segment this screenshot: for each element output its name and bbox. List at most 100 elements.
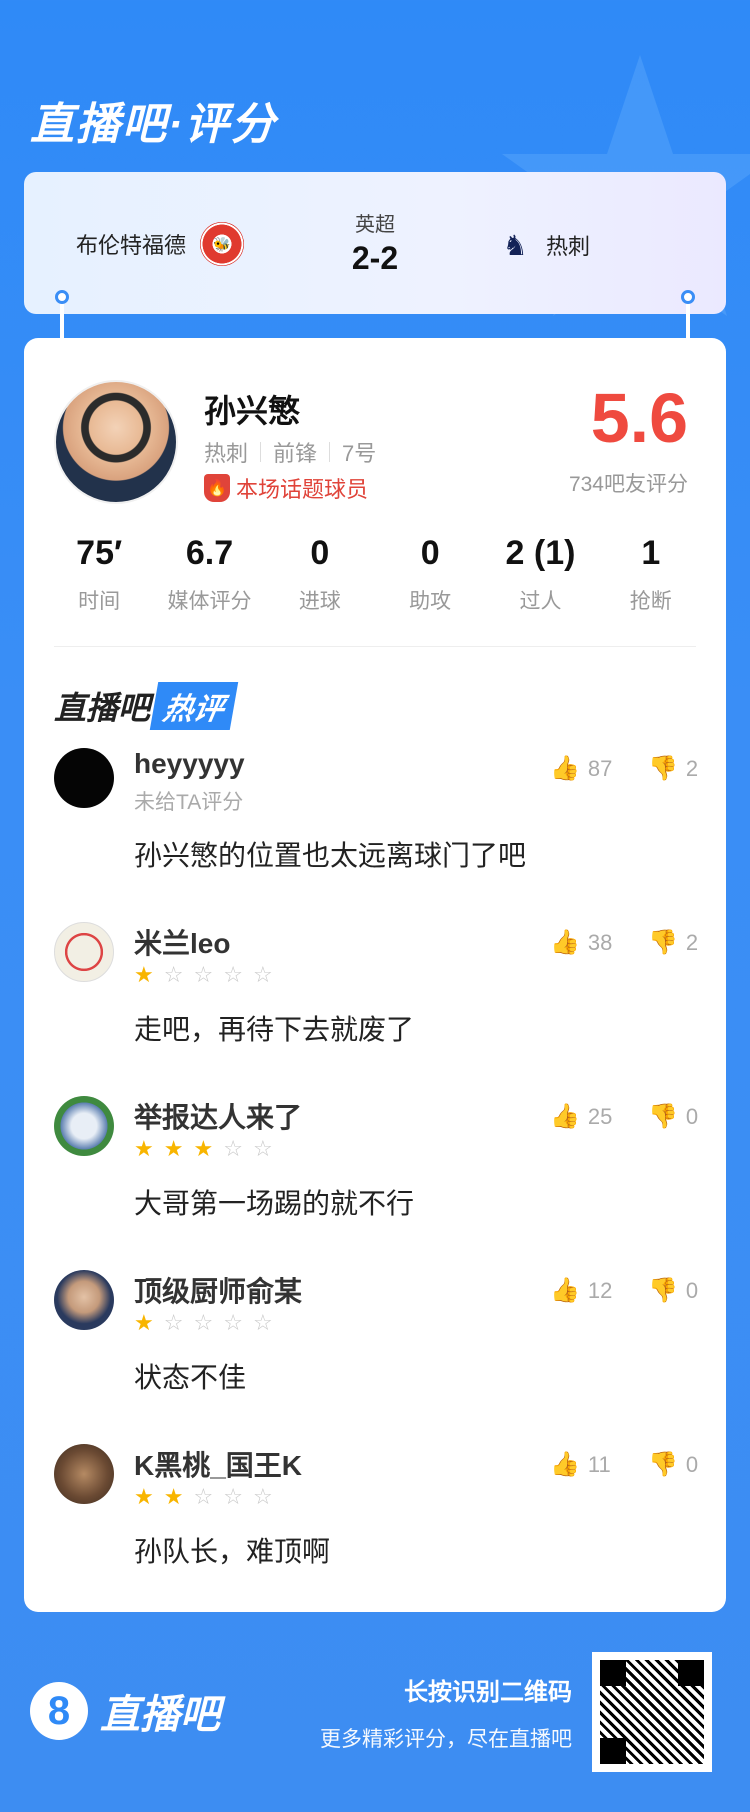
avatar[interactable] [54,1270,114,1330]
stat-value: 0 [310,534,330,572]
star-empty-icon: ☆ [223,1136,243,1161]
comment-star-rating: ★ ☆ ☆ ☆ ☆ [134,1310,273,1336]
star-filled-icon: ★ [134,1310,154,1335]
player-name: 孙兴慜 [204,393,301,429]
comment-text: 孙兴慜的位置也太远离球门了吧 [134,840,527,871]
stat-item: 6.7 媒体评分 [154,534,264,615]
match-card: 布伦特福德 🐝 英超 2-2 ♞ 热刺 [24,172,726,314]
comment-username[interactable]: 顶级厨师俞某 [134,1270,302,1310]
avatar[interactable] [54,1096,114,1156]
player-rating-card: 孙兴慜 热刺 前锋 7号 🔥 本场话题球员 5.6 734吧友评分 75′ 时间… [24,338,726,1612]
stat-item: 2 (1) 过人 [485,534,595,615]
thumbs-down-icon: 👎 [648,1451,678,1478]
dislike-button[interactable]: 👎 0 [648,1450,698,1479]
thumbs-down-icon: 👎 [648,1277,678,1304]
hot-comments-heading: 直播吧 热评 [54,682,239,730]
meta-divider [260,442,262,462]
thumbs-down-icon: 👎 [648,755,678,782]
dislike-button[interactable]: 👎 0 [648,1102,698,1131]
player-team: 热刺 [204,441,249,466]
comment-username[interactable]: 举报达人来了 [134,1096,302,1136]
thumbs-up-icon: 👍 [550,929,580,956]
star-empty-icon: ☆ [252,1484,273,1509]
star-filled-icon: ★ [193,1136,214,1161]
footer-logo-text: 直播吧 [100,1693,220,1737]
stat-value: 6.7 [185,534,234,572]
star-empty-icon: ☆ [252,1310,273,1335]
stat-item: 75′ 时间 [44,534,154,615]
like-button[interactable]: 👍 11 [550,1450,611,1479]
dislike-count: 0 [685,1451,699,1477]
like-count: 38 [587,929,613,955]
away-team-name: 热刺 [546,234,591,259]
dislike-button[interactable]: 👎 2 [648,754,698,783]
thumbs-up-icon: 👍 [550,1103,580,1130]
like-count: 11 [587,1451,611,1477]
rating-count: 734吧友评分 [568,473,688,496]
fan-rating: 5.6 [590,379,688,457]
comment-item: 米兰leo ★ ☆ ☆ ☆ ☆ 走吧，再待下去就废了 👍 38 👎 2 [24,922,726,1096]
avatar[interactable] [54,922,114,982]
like-count: 12 [587,1277,613,1303]
stats-row: 75′ 时间 6.7 媒体评分 0 进球 0 助攻 2 (1) 过人 1 抢断 [44,534,706,615]
star-empty-icon: ☆ [252,1136,273,1161]
like-button[interactable]: 👍 25 [550,1102,612,1131]
avatar[interactable] [54,748,114,808]
dislike-button[interactable]: 👎 2 [648,928,698,957]
hot-comments-heading-brand: 直播吧 [54,690,151,726]
star-empty-icon: ☆ [252,962,273,987]
footer-cta: 长按识别二维码 更多精彩评分，尽在直播吧 [320,1672,572,1753]
like-count: 25 [587,1103,613,1129]
avatar[interactable] [54,1444,114,1504]
star-empty-icon: ☆ [223,962,243,987]
meta-divider [329,442,331,462]
stat-label: 进球 [298,590,341,613]
like-button[interactable]: 👍 12 [550,1276,612,1305]
star-empty-icon: ☆ [223,1310,243,1335]
hot-badge-label: 本场话题球员 [236,477,369,502]
stat-label: 助攻 [409,590,452,613]
dislike-count: 0 [685,1103,699,1129]
stat-item: 0 进球 [265,534,375,615]
comment-no-rating: 未给TA评分 [134,791,244,814]
thumbs-down-icon: 👎 [648,1103,678,1130]
stat-value: 2 (1) [505,534,576,572]
comment-username[interactable]: heyyyyy [134,748,245,780]
hot-player-badge: 🔥 本场话题球员 [204,472,368,504]
player-number: 7号 [342,441,377,466]
connector-dot [55,290,69,304]
comment-item: 顶级厨师俞某 ★ ☆ ☆ ☆ ☆ 状态不佳 👍 12 👎 0 [24,1270,726,1444]
stat-label: 过人 [519,590,562,613]
comment-username[interactable]: 米兰leo [134,922,230,962]
like-button[interactable]: 👍 38 [550,928,612,957]
like-button[interactable]: 👍 87 [550,754,612,783]
comment-text: 大哥第一场踢的就不行 [134,1188,415,1219]
qr-hint-primary: 长按识别二维码 [404,1679,572,1706]
stat-label: 媒体评分 [167,590,252,613]
stat-value: 75′ [76,534,123,572]
dislike-count: 2 [685,755,699,781]
stat-label: 抢断 [629,590,672,613]
star-filled-icon: ★ [134,1484,154,1509]
player-avatar [54,380,178,504]
star-empty-icon: ☆ [193,962,214,987]
match-score: 2-2 [351,240,399,276]
comment-star-rating: ★ ★ ☆ ☆ ☆ [134,1484,273,1510]
away-team: ♞ 热刺 [502,222,590,268]
comment-text: 孙队长，难顶啊 [134,1536,331,1567]
flame-icon: 🔥 [204,474,230,502]
connector-dot [681,290,695,304]
star-filled-icon: ★ [163,1484,184,1509]
comment-username[interactable]: K黑桃_国王K [134,1444,302,1484]
star-empty-icon: ☆ [193,1484,214,1509]
footer-logo: 8 直播吧 [30,1682,220,1740]
star-filled-icon: ★ [134,1136,154,1161]
stat-label: 时间 [78,590,121,613]
qr-code[interactable] [592,1652,712,1772]
stat-value: 1 [641,534,661,572]
comment-star-rating: ★ ☆ ☆ ☆ ☆ [134,962,273,988]
dislike-button[interactable]: 👎 0 [648,1276,698,1305]
star-empty-icon: ☆ [163,962,184,987]
stat-item: 0 助攻 [375,534,485,615]
comment-text: 走吧，再待下去就废了 [134,1014,415,1045]
